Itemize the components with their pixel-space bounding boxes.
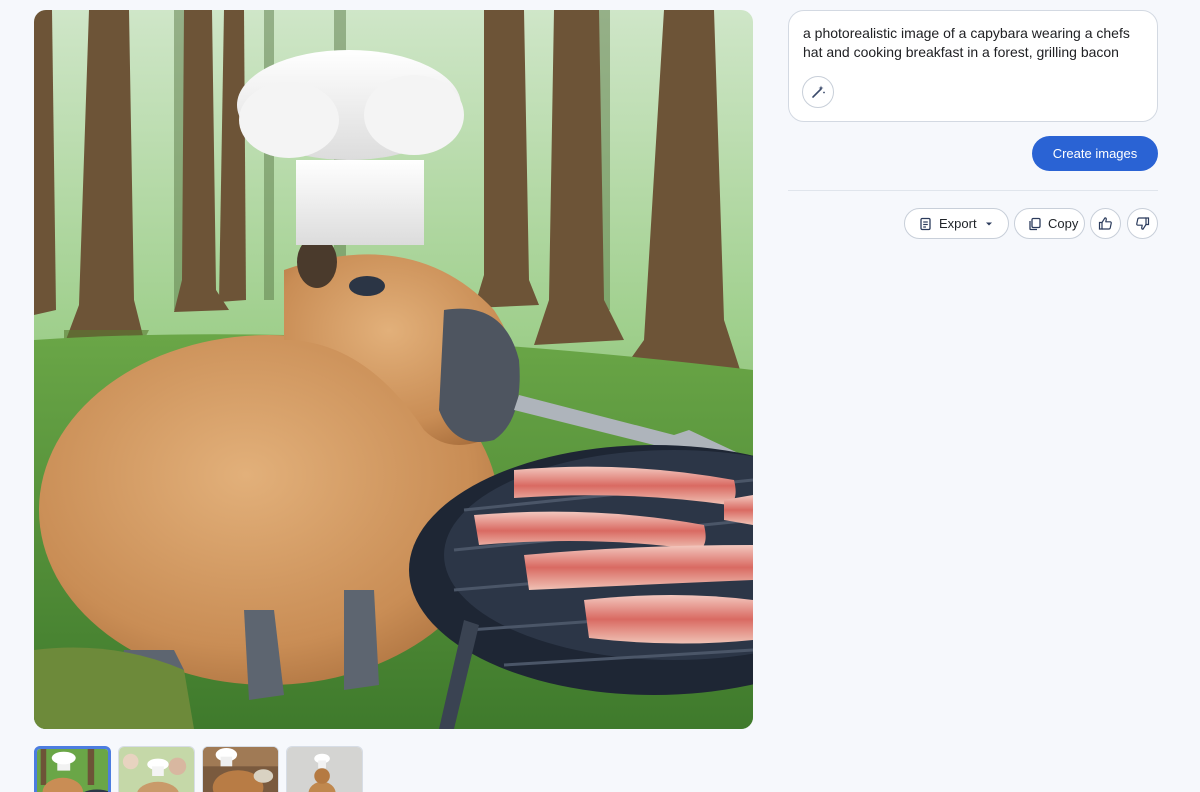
capybara-chef-image: [34, 10, 753, 729]
thumbnail-2[interactable]: [118, 746, 195, 792]
thumbs-up-icon: [1098, 217, 1112, 230]
thumbs-down-icon: [1136, 217, 1150, 230]
export-label: Export: [939, 216, 977, 231]
divider: [788, 190, 1158, 191]
thumbnail-image-capybara-grill: [37, 749, 108, 792]
prompt-card[interactable]: a photorealistic image of a capybara wea…: [788, 10, 1158, 122]
magic-wand-icon: [812, 85, 825, 98]
copy-button[interactable]: Copy: [1014, 208, 1085, 239]
copy-label: Copy: [1048, 216, 1079, 231]
thumbs-up-button[interactable]: [1090, 208, 1121, 239]
thumbnail-3[interactable]: [202, 746, 279, 792]
thumbs-down-button[interactable]: [1127, 208, 1158, 239]
export-icon: [920, 217, 931, 230]
image-thumbnails: [34, 746, 363, 792]
thumbnail-1[interactable]: [34, 746, 111, 792]
create-images-button[interactable]: Create images: [1032, 136, 1158, 171]
chevron-down-icon: [985, 222, 992, 225]
export-button[interactable]: Export: [904, 208, 1009, 239]
thumbnail-image-capybara-flowers: [119, 747, 194, 792]
magic-edit-button[interactable]: [802, 76, 834, 108]
thumbnail-image-capybara-studio: [287, 747, 362, 792]
thumbnail-4[interactable]: [286, 746, 363, 792]
thumbnail-image-capybara-kitchen: [203, 747, 278, 792]
image-generation-view: a photorealistic image of a capybara wea…: [0, 0, 1200, 792]
copy-icon: [1029, 217, 1041, 230]
generated-image[interactable]: [34, 10, 753, 729]
prompt-text[interactable]: a photorealistic image of a capybara wea…: [803, 24, 1143, 62]
